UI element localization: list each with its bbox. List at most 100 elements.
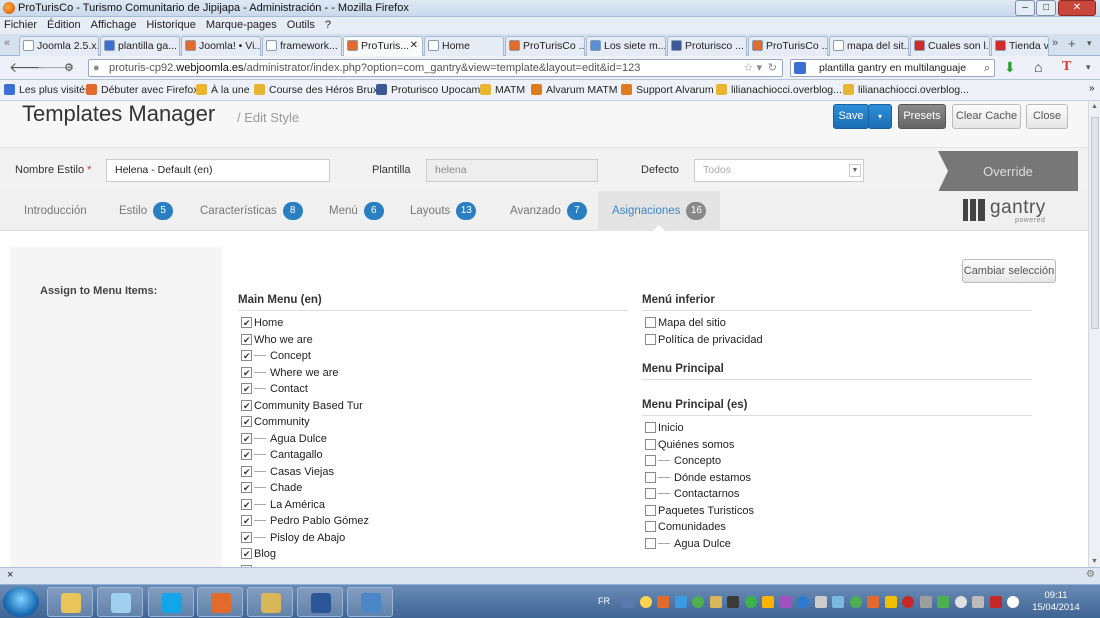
browser-tab[interactable]: Los siete m... <box>586 36 666 56</box>
default-select[interactable]: Todos ▼ <box>694 159 864 182</box>
menu-item-row[interactable]: La América <box>238 497 628 514</box>
browser-tab[interactable]: ProTuris... ✕ <box>343 36 423 56</box>
browser-tab[interactable]: plantilla ga... <box>100 36 180 56</box>
browser-tab[interactable]: ProTurisCo ... <box>505 36 585 56</box>
tray-icon[interactable] <box>709 596 722 608</box>
menu-item-checkbox[interactable] <box>241 332 252 348</box>
tray-icon[interactable] <box>639 596 652 608</box>
bookmark-item[interactable]: À la une <box>196 84 250 96</box>
new-tab-icon[interactable]: + <box>1068 36 1076 51</box>
tray-icon[interactable] <box>954 596 967 608</box>
menu-item-row[interactable]: Comunidades <box>642 519 1032 536</box>
close-button[interactable]: Close <box>1026 104 1068 129</box>
tray-icon[interactable] <box>884 596 897 608</box>
tab-caractersticas[interactable]: Características 8 <box>186 191 315 231</box>
menu-item-row[interactable]: Who we are <box>238 332 628 349</box>
bookmark-item[interactable]: Alvarum MATM <box>531 84 618 96</box>
scroll-down-icon[interactable]: ▼ <box>1091 558 1098 565</box>
browser-tab[interactable]: framework... <box>262 36 342 56</box>
menu-item-row[interactable]: Paquetes Turisticos <box>642 503 1032 520</box>
bookmark-item[interactable]: MATM <box>480 84 525 96</box>
tab-asignaciones[interactable]: Asignaciones 16 <box>598 191 720 231</box>
menu-marque-pages[interactable]: Marque-pages <box>206 17 277 34</box>
menu-fichier[interactable]: Fichier <box>4 17 37 34</box>
close-window-button[interactable]: ✕ <box>1058 0 1096 16</box>
tray-icon[interactable] <box>832 596 844 608</box>
menu-item-checkbox[interactable] <box>241 464 252 480</box>
style-name-input[interactable]: Helena - Default (en) <box>106 159 330 182</box>
tray-icon[interactable] <box>902 596 914 608</box>
menu-historique[interactable]: Historique <box>146 17 196 34</box>
menu-item-checkbox[interactable] <box>241 365 252 381</box>
tray-icon[interactable] <box>867 596 879 608</box>
tray-icon[interactable] <box>692 596 704 608</box>
bookmarks-overflow-icon[interactable]: » <box>1089 83 1095 94</box>
menu-help[interactable]: ? <box>325 17 331 34</box>
menu-item-checkbox[interactable] <box>645 471 656 483</box>
menu-item-row[interactable]: Pedro Pablo Gómez <box>238 513 628 530</box>
menu-item-checkbox[interactable] <box>241 447 252 463</box>
menu-item-row[interactable]: Chade <box>238 480 628 497</box>
addon-t-icon[interactable]: T <box>1062 59 1071 75</box>
maximize-button[interactable]: □ <box>1036 0 1056 16</box>
menu-item-row[interactable]: Agua Dulce <box>642 536 1032 553</box>
tray-icon[interactable] <box>762 596 774 608</box>
menu-item-row[interactable]: Pisloy de Abajo <box>238 530 628 547</box>
browser-tab[interactable]: Joomla! • Vi... <box>181 36 261 56</box>
bookmark-item[interactable]: Support Alvarum <box>621 84 714 96</box>
menu-item-checkbox[interactable] <box>645 317 656 328</box>
taskbar-button[interactable] <box>47 587 93 617</box>
tray-icon[interactable] <box>744 596 757 608</box>
menu-item-checkbox[interactable] <box>241 497 252 513</box>
download-icon[interactable]: ⬇ <box>1004 59 1016 76</box>
language-indicator[interactable]: FR <box>598 596 610 606</box>
menu-item-checkbox[interactable] <box>645 504 656 516</box>
menu-item-checkbox[interactable] <box>241 530 252 546</box>
browser-tab[interactable]: mapa del sit... <box>829 36 909 56</box>
bookmark-item[interactable]: Les plus visités <box>4 84 90 96</box>
menu-item-row[interactable]: Community Based Tur <box>238 398 628 415</box>
tray-icon[interactable] <box>622 596 634 608</box>
menu-item-row[interactable]: Contactarnos <box>642 486 1032 503</box>
menu-item-row[interactable]: Concept <box>238 348 628 365</box>
tray-icon[interactable] <box>814 596 827 608</box>
menu-item-checkbox[interactable] <box>241 431 252 447</box>
browser-tab[interactable]: Proturisco ... <box>667 36 747 56</box>
bookmark-item[interactable]: lilianachiocci.overblog... <box>716 84 842 96</box>
menu-edition[interactable]: Édition <box>47 17 81 34</box>
taskbar-button[interactable] <box>148 587 194 617</box>
menu-item-checkbox[interactable] <box>241 513 252 529</box>
menu-item-row[interactable]: Cantagallo <box>238 447 628 464</box>
menu-item-checkbox[interactable] <box>241 398 252 414</box>
menu-affichage[interactable]: Affichage <box>91 17 137 34</box>
menu-item-row[interactable]: Blog <box>238 546 628 563</box>
tray-icon[interactable] <box>727 596 739 608</box>
history-icon[interactable]: ⚙ <box>64 61 74 74</box>
bookmark-item[interactable]: Débuter avec Firefox <box>86 84 198 96</box>
menu-item-checkbox[interactable] <box>645 537 656 549</box>
menu-item-checkbox[interactable] <box>645 438 656 450</box>
tray-icon[interactable] <box>797 596 809 608</box>
menu-overflow-icon[interactable]: ▾ <box>1086 62 1091 73</box>
menu-outils[interactable]: Outils <box>287 17 315 34</box>
bookmark-star-icon[interactable]: ☆ ▾ <box>744 60 762 76</box>
taskbar-button[interactable] <box>247 587 293 617</box>
bookmark-item[interactable]: Course des Héros Brux... <box>254 84 387 96</box>
menu-item-checkbox[interactable] <box>241 381 252 397</box>
tray-icon[interactable] <box>779 596 792 608</box>
menu-item-checkbox[interactable] <box>645 521 656 532</box>
menu-item-checkbox[interactable] <box>241 480 252 496</box>
tab-list-icon[interactable]: ▾ <box>1087 38 1092 49</box>
browser-tab[interactable]: Cuales son l... <box>910 36 990 56</box>
menu-item-row[interactable]: Home <box>238 315 628 332</box>
tab-introduccin[interactable]: Introducción <box>10 191 105 231</box>
menu-item-row[interactable]: Casas Viejas <box>238 464 628 481</box>
url-bar[interactable]: ● proturis-cp92.webjoomla.es/administrat… <box>88 59 783 77</box>
tray-icon[interactable] <box>657 596 669 608</box>
tab-scroll-right-icon[interactable]: » <box>1052 37 1058 49</box>
presets-button[interactable]: Presets <box>898 104 946 129</box>
search-icon[interactable]: ⌕ <box>984 60 990 76</box>
tray-icon[interactable] <box>989 596 1002 608</box>
menu-item-row[interactable]: Community <box>238 414 628 431</box>
browser-tab[interactable]: ProTurisCo ... <box>748 36 828 56</box>
